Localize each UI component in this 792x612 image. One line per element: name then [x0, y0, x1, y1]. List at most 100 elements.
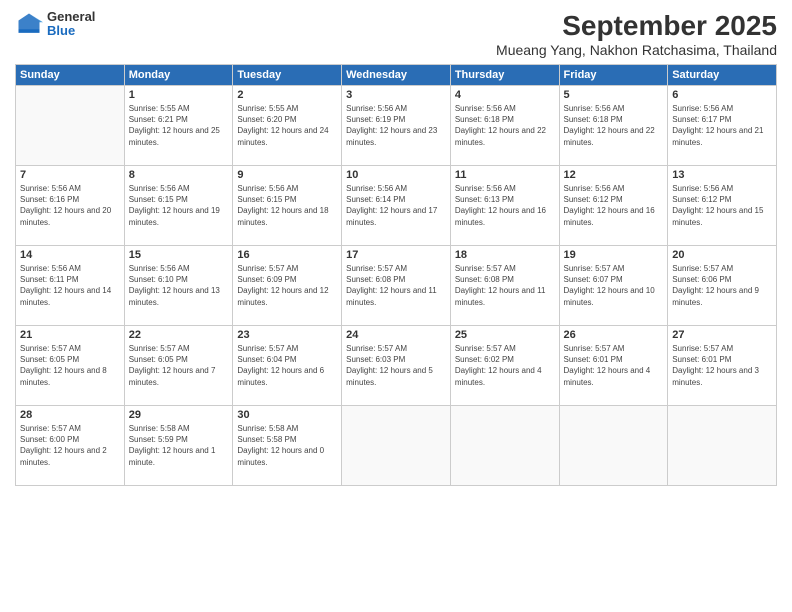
table-row: 6Sunrise: 5:56 AMSunset: 6:17 PMDaylight… — [668, 86, 777, 166]
day-number: 2 — [237, 89, 337, 101]
title-block: September 2025 Mueang Yang, Nakhon Ratch… — [496, 10, 777, 58]
day-info: Sunrise: 5:57 AMSunset: 6:05 PMDaylight:… — [20, 343, 120, 388]
table-row — [342, 406, 451, 486]
day-info: Sunrise: 5:56 AMSunset: 6:19 PMDaylight:… — [346, 103, 446, 148]
day-info: Sunrise: 5:56 AMSunset: 6:15 PMDaylight:… — [129, 183, 229, 228]
table-row: 13 Sunrise: 5:56 AMSunset: 6:12 PMDayligh… — [668, 166, 777, 246]
day-info: Sunrise: 5:56 AMSunset: 6:18 PMDaylight:… — [455, 103, 555, 148]
table-row: 15Sunrise: 5:56 AMSunset: 6:10 PMDayligh… — [124, 246, 233, 326]
day-number: 6 — [672, 89, 772, 101]
day-info: Sunrise: 5:57 AMSunset: 6:05 PMDaylight:… — [129, 343, 229, 388]
day-info: Sunrise: 5:58 AMSunset: 5:59 PMDaylight:… — [129, 423, 229, 468]
day-number: 15 — [129, 249, 229, 261]
day-number: 25 — [455, 329, 555, 341]
day-number: 18 — [455, 249, 555, 261]
day-info: Sunrise: 5:56 AMSunset: 6:16 PMDaylight:… — [20, 183, 120, 228]
table-row: 16 Sunrise: 5:57 AMSunset: 6:09 PMDayligh… — [233, 246, 342, 326]
calendar-week-row: 1 Sunrise: 5:55 AMSunset: 6:21 PMDaylight… — [16, 86, 777, 166]
day-number: 13 — [672, 169, 772, 181]
day-number: 14 — [20, 249, 120, 261]
day-info: Sunrise: 5:58 AMSunset: 5:58 PMDaylight:… — [237, 423, 337, 468]
table-row: 25 Sunrise: 5:57 AMSunset: 6:02 PMDayligh… — [450, 326, 559, 406]
table-row: 8 Sunrise: 5:56 AMSunset: 6:15 PMDaylight… — [124, 166, 233, 246]
day-info: Sunrise: 5:57 AMSunset: 6:09 PMDaylight:… — [237, 263, 337, 308]
day-number: 12 — [564, 169, 664, 181]
day-number: 16 — [237, 249, 337, 261]
day-number: 28 — [20, 409, 120, 421]
day-number: 1 — [129, 89, 229, 101]
day-info: Sunrise: 5:56 AMSunset: 6:12 PMDaylight:… — [564, 183, 664, 228]
day-info: Sunrise: 5:57 AMSunset: 6:00 PMDaylight:… — [20, 423, 120, 468]
table-row: 3 Sunrise: 5:56 AMSunset: 6:19 PMDaylight… — [342, 86, 451, 166]
table-row — [16, 86, 125, 166]
day-info: Sunrise: 5:56 AMSunset: 6:12 PMDaylight:… — [672, 183, 772, 228]
day-info: Sunrise: 5:57 AMSunset: 6:01 PMDaylight:… — [672, 343, 772, 388]
table-row: 24Sunrise: 5:57 AMSunset: 6:03 PMDayligh… — [342, 326, 451, 406]
table-row: 18 Sunrise: 5:57 AMSunset: 6:08 PMDayligh… — [450, 246, 559, 326]
col-thursday: Thursday — [450, 65, 559, 86]
day-number: 30 — [237, 409, 337, 421]
day-number: 17 — [346, 249, 446, 261]
day-info: Sunrise: 5:57 AMSunset: 6:01 PMDaylight:… — [564, 343, 664, 388]
day-number: 29 — [129, 409, 229, 421]
day-number: 4 — [455, 89, 555, 101]
day-info: Sunrise: 5:57 AMSunset: 6:02 PMDaylight:… — [455, 343, 555, 388]
table-row: 14 Sunrise: 5:56 AMSunset: 6:11 PMDayligh… — [16, 246, 125, 326]
table-row: 26 Sunrise: 5:57 AMSunset: 6:01 PMDayligh… — [559, 326, 668, 406]
day-info: Sunrise: 5:57 AMSunset: 6:03 PMDaylight:… — [346, 343, 446, 388]
day-number: 23 — [237, 329, 337, 341]
day-info: Sunrise: 5:56 AMSunset: 6:13 PMDaylight:… — [455, 183, 555, 228]
calendar-header-row: Sunday Monday Tuesday Wednesday Thursday… — [16, 65, 777, 86]
day-number: 21 — [20, 329, 120, 341]
table-row — [559, 406, 668, 486]
table-row: 5Sunrise: 5:56 AMSunset: 6:18 PMDaylight… — [559, 86, 668, 166]
logo-general: General — [47, 10, 95, 24]
day-info: Sunrise: 5:56 AMSunset: 6:15 PMDaylight:… — [237, 183, 337, 228]
table-row: 11 Sunrise: 5:56 AMSunset: 6:13 PMDayligh… — [450, 166, 559, 246]
table-row: 10 Sunrise: 5:56 AMSunset: 6:14 PMDayligh… — [342, 166, 451, 246]
day-info: Sunrise: 5:57 AMSunset: 6:08 PMDaylight:… — [455, 263, 555, 308]
day-info: Sunrise: 5:56 AMSunset: 6:18 PMDaylight:… — [564, 103, 664, 148]
calendar-week-row: 21 Sunrise: 5:57 AMSunset: 6:05 PMDayligh… — [16, 326, 777, 406]
logo-text: General Blue — [47, 10, 95, 39]
logo-icon — [15, 10, 43, 38]
table-row — [668, 406, 777, 486]
day-number: 26 — [564, 329, 664, 341]
col-wednesday: Wednesday — [342, 65, 451, 86]
day-number: 10 — [346, 169, 446, 181]
day-info: Sunrise: 5:57 AMSunset: 6:08 PMDaylight:… — [346, 263, 446, 308]
logo-blue: Blue — [47, 24, 95, 38]
table-row: 19 Sunrise: 5:57 AMSunset: 6:07 PMDayligh… — [559, 246, 668, 326]
table-row: 30 Sunrise: 5:58 AMSunset: 5:58 PMDayligh… — [233, 406, 342, 486]
day-info: Sunrise: 5:57 AMSunset: 6:04 PMDaylight:… — [237, 343, 337, 388]
table-row: 29 Sunrise: 5:58 AMSunset: 5:59 PMDayligh… — [124, 406, 233, 486]
table-row: 27 Sunrise: 5:57 AMSunset: 6:01 PMDayligh… — [668, 326, 777, 406]
day-number: 8 — [129, 169, 229, 181]
col-tuesday: Tuesday — [233, 65, 342, 86]
day-number: 3 — [346, 89, 446, 101]
day-info: Sunrise: 5:56 AMSunset: 6:14 PMDaylight:… — [346, 183, 446, 228]
day-info: Sunrise: 5:57 AMSunset: 6:06 PMDaylight:… — [672, 263, 772, 308]
day-number: 20 — [672, 249, 772, 261]
calendar-table: Sunday Monday Tuesday Wednesday Thursday… — [15, 64, 777, 486]
col-saturday: Saturday — [668, 65, 777, 86]
calendar-week-row: 7 Sunrise: 5:56 AMSunset: 6:16 PMDaylight… — [16, 166, 777, 246]
table-row: 17 Sunrise: 5:57 AMSunset: 6:08 PMDayligh… — [342, 246, 451, 326]
day-number: 11 — [455, 169, 555, 181]
table-row: 12 Sunrise: 5:56 AMSunset: 6:12 PMDayligh… — [559, 166, 668, 246]
day-info: Sunrise: 5:56 AMSunset: 6:11 PMDaylight:… — [20, 263, 120, 308]
day-number: 27 — [672, 329, 772, 341]
day-number: 19 — [564, 249, 664, 261]
table-row: 9Sunrise: 5:56 AMSunset: 6:15 PMDaylight… — [233, 166, 342, 246]
calendar-week-row: 14 Sunrise: 5:56 AMSunset: 6:11 PMDayligh… — [16, 246, 777, 326]
table-row: 22 Sunrise: 5:57 AMSunset: 6:05 PMDayligh… — [124, 326, 233, 406]
day-number: 7 — [20, 169, 120, 181]
table-row: 21 Sunrise: 5:57 AMSunset: 6:05 PMDayligh… — [16, 326, 125, 406]
calendar-week-row: 28 Sunrise: 5:57 AMSunset: 6:00 PMDayligh… — [16, 406, 777, 486]
col-sunday: Sunday — [16, 65, 125, 86]
day-number: 22 — [129, 329, 229, 341]
day-info: Sunrise: 5:57 AMSunset: 6:07 PMDaylight:… — [564, 263, 664, 308]
day-info: Sunrise: 5:55 AMSunset: 6:21 PMDaylight:… — [129, 103, 229, 148]
table-row: 7 Sunrise: 5:56 AMSunset: 6:16 PMDaylight… — [16, 166, 125, 246]
table-row: 20 Sunrise: 5:57 AMSunset: 6:06 PMDayligh… — [668, 246, 777, 326]
